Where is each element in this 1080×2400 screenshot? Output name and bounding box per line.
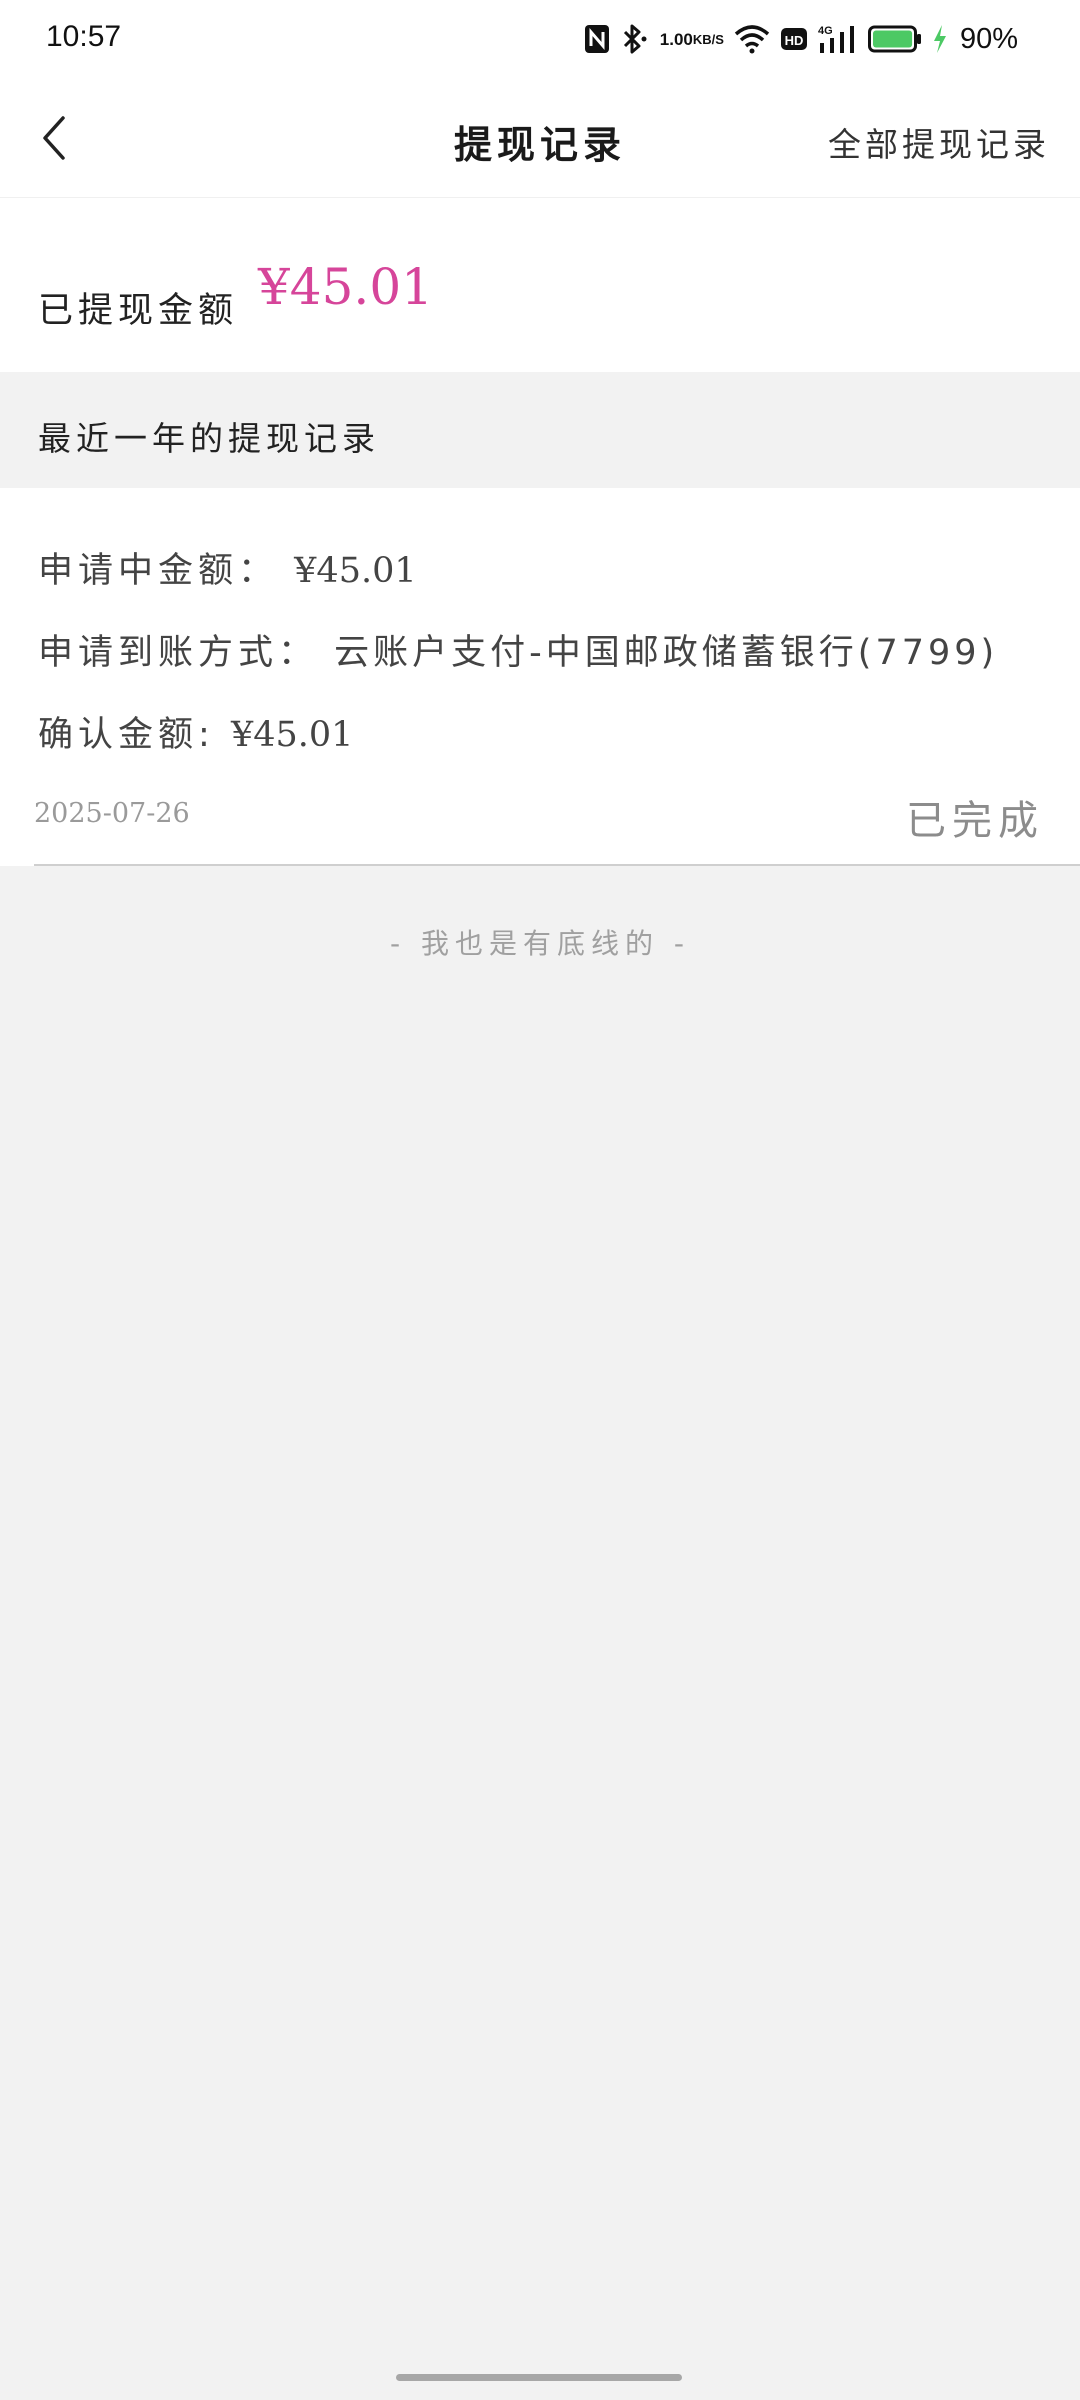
all-records-link[interactable]: 全部提现记录	[828, 118, 1050, 166]
withdrawn-summary: 已提现金额 ¥45.01	[0, 198, 1080, 372]
status-bar: 10:57 1.00 KB/S HD 4G 90%	[0, 0, 1080, 80]
withdrawn-amount-value: ¥45.01	[258, 258, 433, 316]
bluetooth-icon	[620, 23, 650, 55]
status-icons: 1.00 KB/S HD 4G 90%	[584, 18, 1018, 60]
pending-amount-label: 申请中金额：	[38, 551, 279, 591]
nav-bar: 提现记录 全部提现记录	[0, 80, 1080, 198]
withdrawal-record[interactable]: 申请中金额： ¥45.01 申请到账方式： 云账户支付-中国邮政储蓄银行(779…	[0, 488, 1080, 866]
record-status: 已完成	[906, 798, 1044, 844]
payout-method-row: 申请到账方式： 云账户支付-中国邮政储蓄银行(7799)	[38, 624, 998, 675]
confirmed-amount-value: ¥45.01	[230, 715, 354, 755]
confirmed-amount-row: 确认金额: ¥45.01	[38, 706, 353, 757]
signal-icon: 4G	[818, 23, 858, 55]
net-speed-unit: KB/S	[692, 31, 724, 47]
pending-amount-row: 申请中金额： ¥45.01	[38, 542, 417, 593]
svg-text:4G: 4G	[818, 25, 833, 37]
battery-percent: 90%	[959, 22, 1018, 55]
section-header: 最近一年的提现记录	[0, 372, 1080, 488]
wifi-icon	[734, 24, 770, 54]
battery-icon	[867, 25, 922, 53]
payout-method-value: 云账户支付-中国邮政储蓄银行(7799)	[334, 633, 999, 673]
pending-amount-value: ¥45.01	[294, 551, 417, 591]
record-date: 2025-07-26	[34, 798, 190, 829]
network-speed: 1.00 KB/S	[659, 29, 724, 49]
payout-method-label: 申请到账方式：	[38, 633, 319, 673]
status-time: 10:57	[46, 20, 122, 53]
charging-icon	[932, 24, 948, 54]
svg-text:HD: HD	[785, 33, 804, 48]
hd-icon: HD	[780, 26, 808, 52]
home-indicator[interactable]	[396, 2374, 682, 2381]
confirmed-amount-label: 确认金额:	[38, 715, 215, 755]
section-title: 最近一年的提现记录	[38, 419, 380, 458]
net-speed-value: 1.00	[659, 29, 693, 49]
end-of-list-text: - 我也是有底线的 -	[389, 927, 690, 960]
divider	[34, 864, 1080, 866]
nfc-icon	[584, 24, 610, 54]
withdrawn-amount-label: 已提现金额	[38, 291, 239, 331]
